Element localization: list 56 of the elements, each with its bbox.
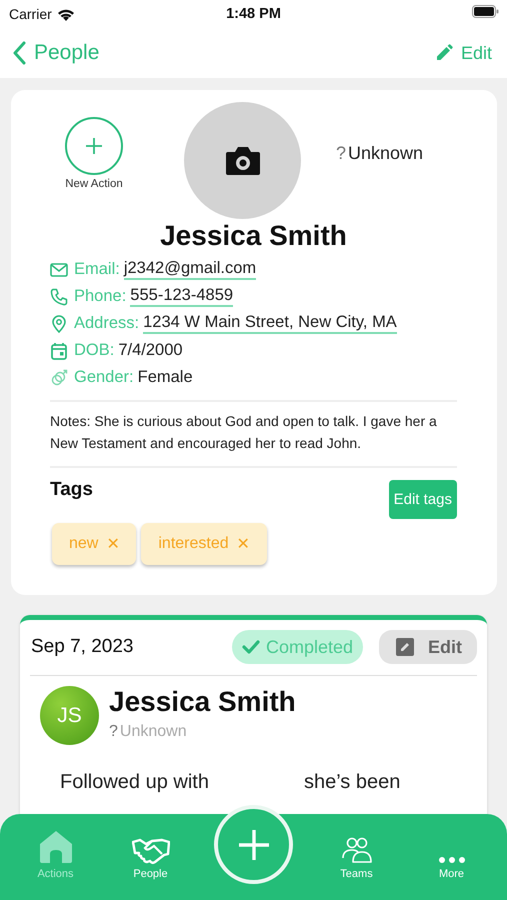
camera-icon [224, 146, 260, 176]
carrier-label: Carrier [9, 6, 52, 22]
edit-tags-button[interactable]: Edit tags [388, 480, 457, 519]
handshake-icon [132, 838, 170, 864]
check-icon [242, 640, 260, 654]
plus-icon [238, 828, 270, 860]
chevron-left-icon [12, 41, 26, 65]
phone-icon [50, 288, 68, 306]
note-text: Followed up with [60, 771, 209, 794]
tag-chip[interactable]: new ✕ [52, 523, 136, 565]
remove-icon[interactable]: ✕ [106, 534, 120, 554]
gender-icon [50, 368, 68, 386]
pencil-icon [434, 44, 453, 62]
plus-icon [85, 137, 103, 155]
people-icon [340, 836, 372, 864]
wifi-icon [56, 8, 75, 20]
edit-button[interactable]: Edit [379, 630, 477, 664]
back-link[interactable]: People [12, 41, 100, 65]
question-mark: ? [109, 723, 118, 741]
status-label: Unknown [120, 723, 187, 741]
question-mark: ? [336, 143, 346, 164]
field-link[interactable]: 1234 W Main Street, New City, MA [143, 313, 397, 334]
field-label: Address: [74, 314, 140, 333]
battery-icon [472, 5, 499, 18]
tab[interactable]: Actions [24, 822, 88, 880]
person-name: Jessica Smith [159, 219, 348, 253]
field-link[interactable]: 555-123-4859 [130, 286, 234, 307]
field-label: Gender: [74, 368, 134, 387]
action-date: Sep 7, 2023 [31, 636, 134, 658]
new-action-label: New Action [65, 178, 123, 190]
remove-icon[interactable]: ✕ [236, 534, 250, 554]
status-badge: Completed [232, 630, 363, 664]
field-value: 7/4/2000 [118, 341, 183, 360]
tab[interactable]: More [420, 822, 484, 880]
initials-avatar: JS [40, 686, 99, 745]
tag-chip[interactable]: interested ✕ [141, 523, 267, 565]
clock-time: 1:48 PM [225, 6, 282, 22]
field-value: Female [138, 368, 193, 387]
tab[interactable]: People [118, 822, 182, 880]
envelope-icon [50, 260, 68, 278]
field-label: Phone: [74, 287, 126, 306]
person-name: Jessica Smith [109, 685, 296, 719]
edit-square-icon [396, 638, 414, 656]
calendar-icon [50, 342, 68, 360]
tab[interactable]: Teams [324, 822, 388, 880]
status-label: Unknown [348, 143, 424, 164]
note-text: she’s been [304, 771, 400, 794]
tags-heading: Tags [50, 479, 93, 501]
edit-link[interactable]: Edit [434, 42, 492, 64]
field-label: DOB: [74, 341, 114, 360]
notes-text: Notes: She is curious about God and open to talk. I gave her a New Testament and encouraged her to read John. [50, 412, 438, 453]
more-icon [438, 856, 466, 864]
location-pin-icon [50, 314, 68, 332]
house-icon [38, 830, 74, 864]
field-link[interactable]: j2342@gmail.com [124, 259, 256, 280]
field-label: Email: [74, 260, 120, 279]
